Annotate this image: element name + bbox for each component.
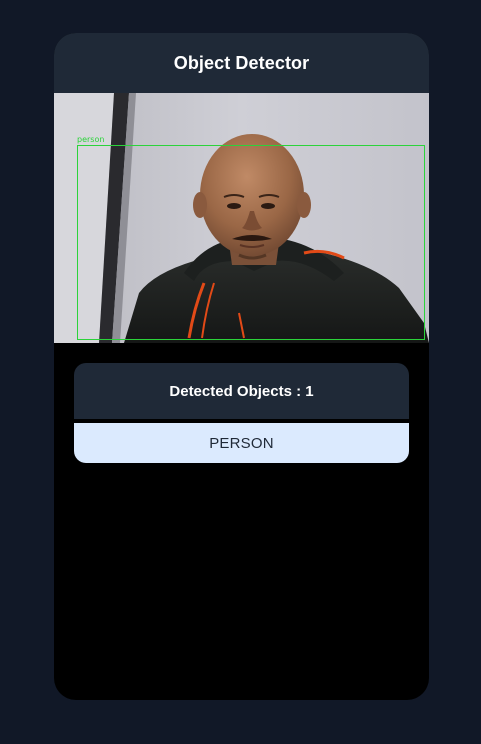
app-container: Object Detector person Detected Objects … — [54, 33, 429, 700]
list-item: PERSON — [74, 423, 409, 463]
app-header: Object Detector — [54, 33, 429, 93]
detected-objects-header: Detected Objects : 1 — [74, 363, 409, 419]
app-title: Object Detector — [173, 52, 310, 73]
detected-objects-panel: Detected Objects : 1 PERSON — [74, 363, 409, 463]
camera-feed: person — [54, 93, 429, 343]
detection-label-person: person — [77, 135, 105, 144]
detected-objects-label: Detected Objects : — [169, 382, 306, 400]
detected-objects-count: 1 — [305, 382, 314, 400]
detection-box-person — [77, 145, 425, 340]
